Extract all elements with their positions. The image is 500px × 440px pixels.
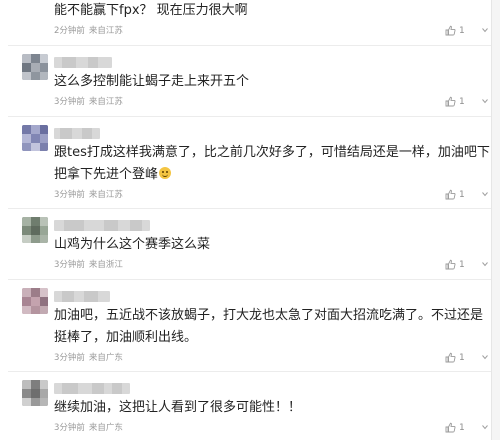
avatar[interactable]: [22, 125, 48, 151]
comment-meta: 3分钟前 来自江苏: [54, 97, 123, 108]
username-blurred[interactable]: [54, 220, 150, 231]
comment-text: 能不能赢下fpx？ 现在压力很大啊: [54, 3, 248, 18]
more-button[interactable]: [481, 189, 489, 201]
more-options-icon: [482, 28, 488, 33]
comment-text: 加油吧，五近战不该放蝎子，打大龙也太急了对面大招流吃满了。不过还是 挺棒了，加油…: [54, 308, 484, 345]
comment-location: 来自广东: [88, 353, 123, 363]
more-options-icon: [482, 99, 488, 104]
more-button[interactable]: [481, 25, 489, 37]
comment-time: 3分钟前: [54, 353, 85, 363]
avatar[interactable]: [22, 380, 48, 406]
separator: [8, 45, 491, 46]
comment-time: 3分钟前: [54, 190, 85, 200]
username-blurred[interactable]: [54, 383, 130, 394]
comment-time: 3分钟前: [54, 423, 85, 433]
comment-meta: 3分钟前 来自广东: [54, 423, 123, 434]
comment-text: 继续加油，这把让人看到了很多可能性！！: [54, 400, 302, 415]
comment-meta: 3分钟前 来自浙江: [54, 260, 123, 271]
thumbs-up-icon: [445, 422, 456, 433]
like-count: 1: [459, 260, 465, 270]
grinning-sweat-emoji: [159, 167, 172, 179]
comment-time: 3分钟前: [54, 260, 85, 270]
comment-text: 跟tes打成这样我满意了，比之前几次好多了，可惜结局还是一样，加油吧下 把拿下先…: [54, 145, 490, 182]
thumbs-up-icon: [445, 25, 456, 36]
more-options-icon: [482, 262, 488, 267]
comment-location: 来自江苏: [88, 190, 123, 200]
comment-location: 来自浙江: [88, 260, 123, 270]
separator: [8, 279, 491, 280]
like-button[interactable]: 1: [445, 352, 477, 364]
comment-text: 山鸡为什么这个赛季这么菜: [54, 237, 211, 252]
comment-time: 2分钟前: [54, 26, 85, 36]
window-edge: [491, 0, 500, 440]
more-options-icon: [482, 355, 488, 360]
like-button[interactable]: 1: [445, 259, 477, 271]
comment-meta: 3分钟前 来自广东: [54, 353, 123, 364]
more-button[interactable]: [481, 259, 489, 271]
separator: [8, 208, 491, 209]
avatar[interactable]: [22, 54, 48, 80]
avatar[interactable]: [22, 217, 48, 243]
more-button[interactable]: [481, 352, 489, 364]
comment-location: 来自广东: [88, 423, 123, 433]
username-blurred[interactable]: [54, 128, 100, 139]
like-button[interactable]: 1: [445, 422, 477, 434]
thumbs-up-icon: [445, 96, 456, 107]
comment-time: 3分钟前: [54, 97, 85, 107]
like-count: 1: [459, 423, 465, 433]
comment-location: 来自江苏: [88, 97, 123, 107]
like-count: 1: [459, 190, 465, 200]
more-button[interactable]: [481, 422, 489, 434]
username-blurred[interactable]: [54, 57, 112, 68]
like-count: 1: [459, 26, 465, 36]
separator: [8, 116, 491, 117]
comment-location: 来自江苏: [88, 26, 123, 36]
thumbs-up-icon: [445, 352, 456, 363]
avatar[interactable]: [22, 288, 48, 314]
thumbs-up-icon: [445, 189, 456, 200]
separator: [8, 371, 491, 372]
more-options-icon: [482, 425, 488, 430]
like-button[interactable]: 1: [445, 25, 477, 37]
comment-meta: 2分钟前 来自江苏: [54, 26, 123, 37]
thumbs-up-icon: [445, 259, 456, 270]
username-blurred[interactable]: [54, 291, 110, 302]
like-count: 1: [459, 353, 465, 363]
comment-meta: 3分钟前 来自江苏: [54, 190, 123, 201]
like-button[interactable]: 1: [445, 189, 477, 201]
like-button[interactable]: 1: [445, 96, 477, 108]
comment-text: 这么多控制能让蝎子走上来开五个: [54, 74, 250, 89]
more-button[interactable]: [481, 96, 489, 108]
more-options-icon: [482, 192, 488, 197]
like-count: 1: [459, 97, 465, 107]
